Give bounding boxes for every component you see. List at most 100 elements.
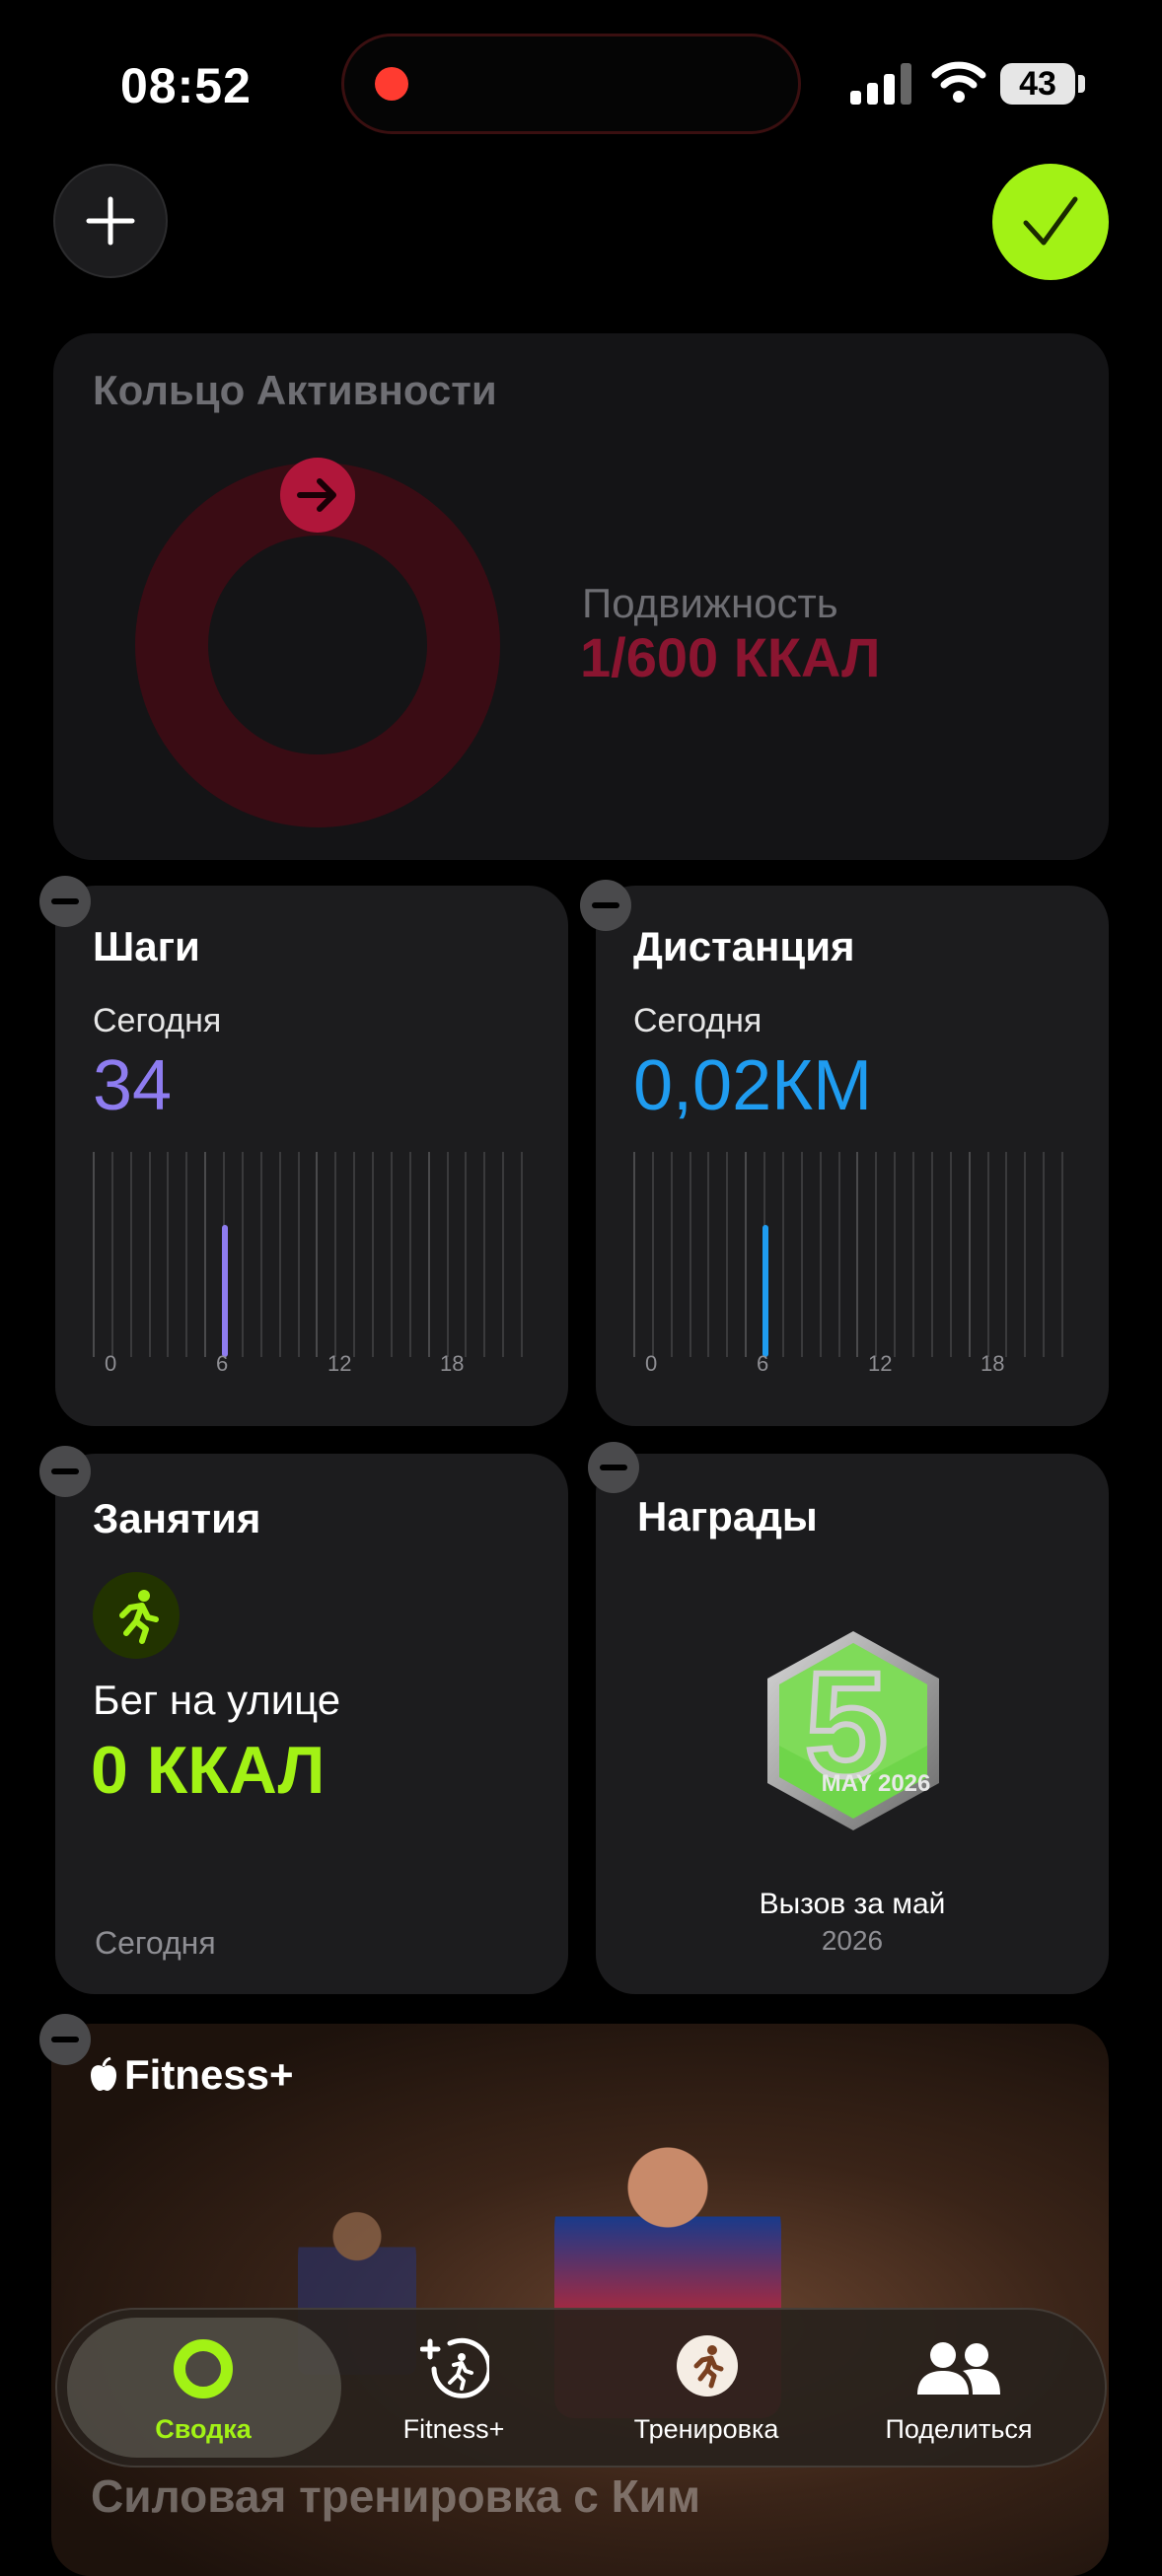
done-button[interactable] — [992, 164, 1109, 280]
workout-title: Силовая тренировка с Ким — [91, 2470, 700, 2522]
tab-summary[interactable]: Сводка — [85, 2333, 322, 2456]
hour-gridline — [745, 1152, 747, 1357]
hour-gridline — [353, 1152, 355, 1357]
hour-gridline — [950, 1152, 952, 1357]
remove-awards-button[interactable] — [588, 1442, 639, 1493]
remove-distance-button[interactable] — [580, 880, 631, 931]
hour-tick-label: 0 — [105, 1351, 117, 1376]
hour-gridline — [912, 1152, 914, 1357]
hour-gridline — [93, 1152, 95, 1357]
activity-ring-card[interactable]: Кольцо Активности Подвижность 1/600 ККАЛ — [53, 333, 1109, 860]
workout-calories: 0 ККАЛ — [91, 1733, 326, 1808]
hour-gridline — [204, 1152, 206, 1357]
move-label: Подвижность — [582, 580, 838, 626]
hour-gridline — [409, 1152, 411, 1357]
people-icon — [917, 2342, 1000, 2395]
apple-logo-icon — [91, 2057, 116, 2091]
hour-gridline — [931, 1152, 933, 1357]
hour-tick-label: 12 — [868, 1351, 893, 1376]
distance-card[interactable]: Дистанция Сегодня 0,02КМ 0 6 12 18 — [596, 886, 1109, 1426]
steps-value: 34 — [93, 1046, 173, 1125]
hour-gridline — [1043, 1152, 1045, 1357]
hour-gridline — [260, 1152, 262, 1357]
tab-fitness-plus[interactable]: Fitness+ — [335, 2333, 572, 2456]
distance-title: Дистанция — [633, 923, 855, 969]
recording-indicator-icon — [375, 67, 408, 101]
award-year: 2026 — [821, 1925, 884, 1956]
hour-gridline — [130, 1152, 132, 1357]
hour-gridline — [782, 1152, 784, 1357]
hour-tick-label: 6 — [757, 1351, 769, 1376]
awards-title: Награды — [637, 1493, 818, 1539]
remove-workouts-button[interactable] — [39, 1446, 91, 1497]
hour-gridline — [483, 1152, 485, 1357]
tab-workout[interactable]: Тренировка — [588, 2333, 825, 2456]
hour-gridline — [838, 1152, 840, 1357]
hour-gridline — [334, 1152, 336, 1357]
tab-summary-label: Сводка — [155, 2414, 252, 2444]
hour-gridline — [242, 1152, 244, 1357]
hour-tick-label: 18 — [980, 1351, 1005, 1376]
hour-gridline — [987, 1152, 989, 1357]
tab-fitness-plus-label: Fitness+ — [402, 2414, 505, 2444]
wifi-icon — [931, 61, 986, 103]
fitness-plus-icon — [420, 2337, 489, 2398]
runner-icon — [93, 1572, 180, 1659]
tab-sharing[interactable]: Поделиться — [840, 2333, 1077, 2456]
hour-gridline — [690, 1152, 691, 1357]
awards-card[interactable]: Награды 5 MAY 2026 Вызов за май 2026 — [596, 1454, 1109, 1994]
award-name: Вызов за май — [759, 1888, 946, 1920]
hour-gridline — [111, 1152, 113, 1357]
activity-bar — [763, 1225, 768, 1357]
hour-tick-label: 6 — [216, 1351, 229, 1376]
hour-gridline — [428, 1152, 430, 1357]
activity-ring-title: Кольцо Активности — [93, 367, 497, 413]
hour-gridline — [1024, 1152, 1026, 1357]
hour-gridline — [316, 1152, 318, 1357]
hour-gridline — [633, 1152, 635, 1357]
hour-gridline — [856, 1152, 858, 1357]
steps-title: Шаги — [93, 923, 200, 969]
hour-gridline — [671, 1152, 673, 1357]
hour-gridline — [801, 1152, 803, 1357]
status-time: 08:52 — [120, 58, 252, 113]
ring-icon — [174, 2339, 233, 2398]
hour-gridline — [372, 1152, 374, 1357]
move-arrow-icon — [280, 458, 355, 533]
steps-period: Сегодня — [93, 1002, 222, 1039]
battery-tip — [1078, 75, 1085, 93]
hour-gridline — [1061, 1152, 1063, 1357]
fitness-plus-label: Fitness+ — [124, 2051, 294, 2098]
fitness-plus-card[interactable]: Fitness+ Силовая тренировка с Ким — [51, 2024, 1109, 2576]
remove-steps-button[interactable] — [39, 876, 91, 927]
hour-gridline — [652, 1152, 654, 1357]
workout-period: Сегодня — [95, 1925, 216, 1961]
hour-gridline — [149, 1152, 151, 1357]
hour-tick-label: 0 — [645, 1351, 658, 1376]
move-value: 1/600 ККАЛ — [580, 626, 881, 688]
workouts-card[interactable]: Занятия Бег на улице 0 ККАЛ Сегодня — [55, 1454, 568, 1994]
hour-gridline — [167, 1152, 169, 1357]
hour-gridline — [521, 1152, 523, 1357]
distance-period: Сегодня — [633, 1002, 763, 1039]
hour-gridline — [875, 1152, 877, 1357]
hour-gridline — [707, 1152, 709, 1357]
hour-gridline — [465, 1152, 467, 1357]
fitness-plus-brand: Fitness+ — [89, 2051, 294, 2099]
hour-gridline — [447, 1152, 449, 1357]
hour-gridline — [279, 1152, 281, 1357]
remove-fitness-plus-button[interactable] — [39, 2014, 91, 2065]
hour-gridline — [185, 1152, 187, 1357]
dynamic-island[interactable] — [341, 34, 801, 134]
workout-activity-name: Бег на улице — [93, 1677, 341, 1723]
hour-gridline — [894, 1152, 896, 1357]
steps-hourly-chart: 0 6 12 18 — [93, 1152, 527, 1376]
award-badge-icon: 5 MAY 2026 — [767, 1631, 939, 1830]
steps-card[interactable]: Шаги Сегодня 34 0 6 12 18 — [55, 886, 568, 1426]
add-button[interactable] — [53, 164, 168, 278]
activity-bar — [222, 1225, 228, 1357]
svg-text:MAY 2026: MAY 2026 — [822, 1770, 931, 1797]
cellular-signal-icon — [850, 63, 911, 105]
tab-sharing-label: Поделиться — [885, 2414, 1033, 2444]
hour-gridline — [298, 1152, 300, 1357]
